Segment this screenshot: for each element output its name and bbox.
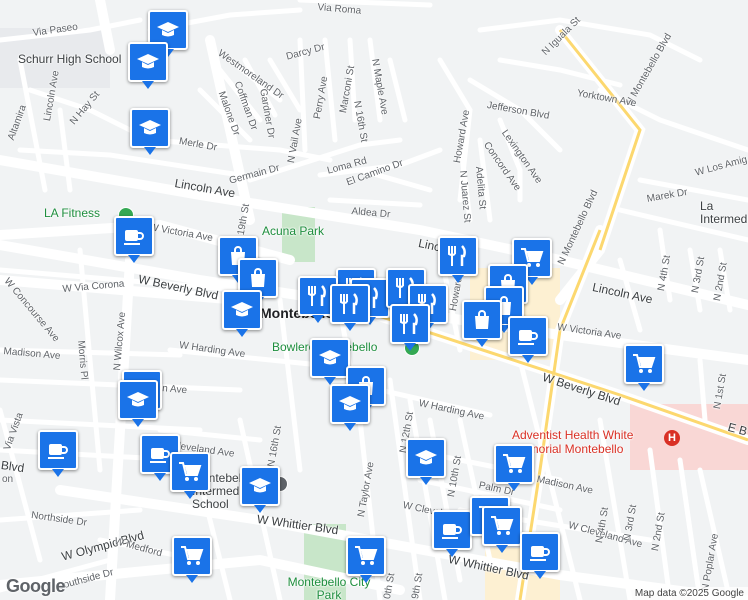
school-marker-harding[interactable]	[310, 338, 350, 385]
coffee-icon	[48, 444, 68, 459]
cafe-marker-viavista[interactable]	[38, 430, 78, 477]
restaurant-marker-lincoln[interactable]	[438, 236, 478, 283]
cafe-marker-lafitness[interactable]	[114, 216, 154, 263]
map-canvas[interactable]: Via Roma Via Paseo Schurr High School We…	[0, 0, 748, 600]
school-icon	[139, 120, 161, 135]
shopping-bag-icon	[251, 268, 265, 287]
school-icon	[339, 396, 361, 411]
coffee-icon	[442, 524, 462, 539]
park-label: Acuna Park	[262, 224, 325, 238]
grocery-marker-park[interactable]	[346, 536, 386, 583]
restaurant-icon	[340, 293, 358, 314]
shopping-cart-icon	[503, 454, 526, 473]
cafe-marker-wclevel[interactable]	[432, 510, 472, 557]
school-label: Schurr High School	[18, 52, 122, 66]
shopping-cart-icon	[181, 546, 204, 565]
cafe-marker-whittier-e[interactable]	[520, 532, 560, 579]
school-marker-intermediate[interactable]	[240, 466, 280, 513]
school-icon	[249, 478, 271, 493]
school-icon	[319, 350, 341, 365]
restaurant-marker-7[interactable]	[390, 304, 430, 351]
school-marker-beverly[interactable]	[222, 290, 262, 337]
map-attribution[interactable]: Map data ©2025 Google	[630, 587, 748, 600]
street-label: on	[2, 474, 14, 485]
coffee-icon	[150, 448, 170, 463]
school-marker-madison-2[interactable]	[118, 380, 158, 427]
coffee-icon	[518, 330, 538, 345]
cafe-marker-victoria-e[interactable]	[508, 316, 548, 363]
school-marker-harding-2[interactable]	[330, 384, 370, 431]
coffee-icon	[530, 546, 550, 561]
grocery-marker-madison-e[interactable]	[494, 444, 534, 491]
shopping-cart-icon	[633, 354, 656, 373]
restaurant-icon	[400, 313, 418, 334]
shopping-bag-icon	[475, 310, 489, 329]
school-marker-merle[interactable]	[130, 108, 170, 155]
school-marker-10th[interactable]	[406, 438, 446, 485]
restaurant-icon	[308, 285, 326, 306]
school-icon	[137, 54, 159, 69]
grocery-marker-medford[interactable]	[172, 536, 212, 583]
hospital-icon: H	[664, 430, 680, 446]
school-icon	[127, 392, 149, 407]
shopping-cart-icon	[355, 546, 378, 565]
school-icon	[231, 302, 253, 317]
grocery-marker-whittier-2[interactable]	[482, 506, 522, 553]
school-icon	[157, 22, 179, 37]
school-label: La Intermediate	[700, 199, 748, 226]
grocery-marker-beverly-e[interactable]	[624, 344, 664, 391]
google-logo: Google	[6, 576, 66, 596]
shopping-marker-howard-3[interactable]	[462, 300, 502, 347]
hospital-label: Adventist Health White Memorial Montebel…	[512, 428, 634, 456]
school-marker-schurr-2[interactable]	[128, 42, 168, 89]
shopping-cart-icon	[491, 516, 514, 535]
grocery-marker-cleveland[interactable]	[170, 452, 210, 499]
coffee-icon	[124, 230, 144, 245]
restaurant-marker-4[interactable]	[330, 284, 370, 331]
shopping-cart-icon	[179, 462, 202, 481]
gym-label: LA Fitness	[44, 206, 101, 220]
restaurant-icon	[448, 245, 466, 266]
school-icon	[415, 450, 437, 465]
